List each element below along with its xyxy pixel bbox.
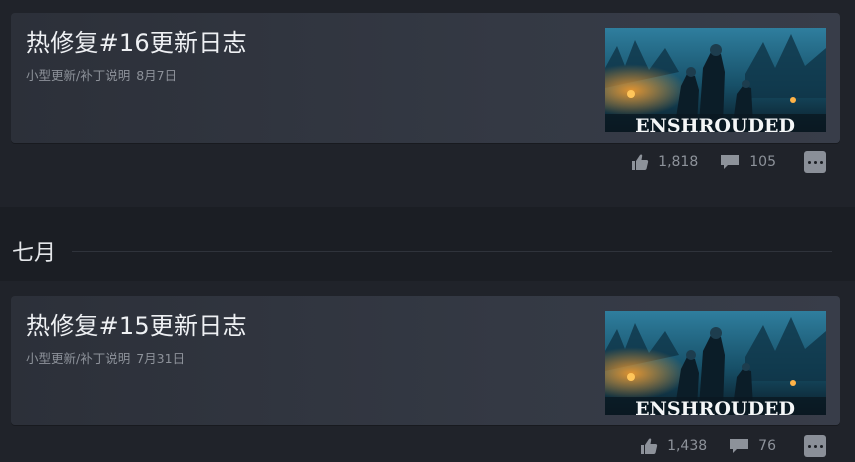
comment-count: 105 [749,154,776,170]
thumbnail-logo-text: ENSHROUDED [635,115,795,132]
post-date: 7月31日 [136,351,186,366]
post-stats: 1,818 105 [631,151,826,173]
post-meta: 小型更新/补丁说明 7月31日 [26,348,185,367]
post-title[interactable]: 热修复#16更新日志 [26,27,247,59]
post-meta: 小型更新/补丁说明 8月7日 [26,65,177,84]
post-category: 小型更新/补丁说明 [26,351,131,366]
thumbnail-logo-text: ENSHROUDED [635,398,795,415]
like-button[interactable]: 1,818 [631,153,698,171]
post-date: 8月7日 [136,68,178,83]
post-title[interactable]: 热修复#15更新日志 [26,310,247,342]
speech-bubble-icon [730,439,749,453]
comment-button[interactable]: 76 [729,437,776,455]
comment-button[interactable]: 105 [720,153,776,171]
post-stats: 1,438 76 [640,435,826,457]
post-category: 小型更新/补丁说明 [26,68,131,83]
thumbs-up-icon [641,438,658,454]
post-thumbnail[interactable]: ENSHROUDED [605,28,826,132]
post-card[interactable]: 热修复#15更新日志 小型更新/补丁说明 7月31日 ENSHROUDED [11,296,840,425]
thumbs-up-icon [632,154,649,170]
post-thumbnail[interactable]: ENSHROUDED [605,311,826,415]
like-button[interactable]: 1,438 [640,437,707,455]
month-section-label: 七月 [12,241,57,266]
more-options-icon[interactable] [804,151,826,173]
like-count: 1,818 [658,154,699,170]
like-count: 1,438 [667,438,708,454]
more-options-icon[interactable] [804,435,826,457]
comment-count: 76 [758,438,776,454]
section-divider [72,251,832,252]
post-card[interactable]: 热修复#16更新日志 小型更新/补丁说明 8月7日 ENSHROUDED [11,13,840,143]
speech-bubble-icon [721,155,740,169]
